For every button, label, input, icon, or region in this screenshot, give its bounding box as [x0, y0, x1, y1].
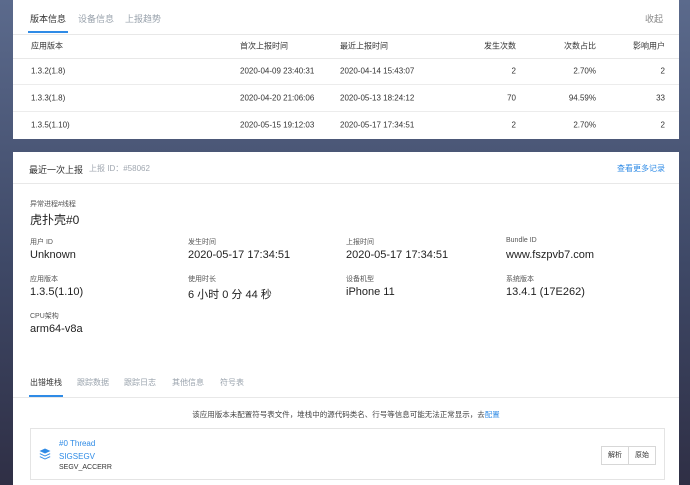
field-label: 用户 ID [30, 239, 53, 246]
tab-report-trend[interactable]: 上报趋势 [125, 12, 161, 25]
field-label: 上报时间 [346, 239, 374, 246]
field-value: 2020-05-17 17:34:51 [346, 249, 449, 261]
cell-app-version: 1.3.5(1.10) [31, 120, 70, 130]
field-value: 1.3.5(1.10) [30, 286, 84, 298]
tab-other-info[interactable]: 其他信息 [172, 377, 204, 388]
cell-ratio: 2.70% [573, 120, 596, 130]
cell-last-report: 2020-05-17 17:34:51 [340, 120, 415, 130]
latest-report-title: 最近一次上报 [29, 165, 84, 175]
layers-icon[interactable] [39, 448, 51, 460]
thread-signal[interactable]: SIGSEGV [59, 452, 95, 461]
exception-label: 异常进程#线程 [30, 201, 76, 208]
cell-first-report: 2020-04-20 21:06:06 [240, 93, 315, 103]
tab-trace-log[interactable]: 跟踪日志 [124, 377, 156, 388]
tab-device-info[interactable]: 设备信息 [78, 12, 114, 25]
thread-signal-code: SEGV_ACCERR [59, 464, 112, 471]
field-label: 应用版本 [30, 276, 58, 283]
cell-first-report: 2020-05-15 19:12:03 [240, 120, 315, 130]
tab-trace-data[interactable]: 跟踪数据 [77, 377, 109, 388]
table-header: 应用版本 首次上报时间 最近上报时间 发生次数 次数占比 影响用户 [13, 34, 679, 59]
parse-button[interactable]: 解析 [602, 447, 628, 464]
field-value: 13.4.1 (17E262) [506, 286, 585, 298]
field-label: 系统版本 [506, 276, 534, 283]
field-value: iPhone 11 [346, 286, 395, 298]
col-ratio[interactable]: 次数占比 [564, 41, 596, 52]
top-tab-bar: 版本信息 设备信息 上报趋势 收起 [13, 0, 679, 35]
cell-ratio: 2.70% [573, 66, 596, 76]
tab-symbol-table[interactable]: 符号表 [220, 377, 244, 388]
table-row: 1.3.3(1.8) 2020-04-20 21:06:06 2020-05-1… [13, 85, 679, 112]
tab-version-info[interactable]: 版本信息 [27, 12, 69, 33]
cell-app-version: 1.3.3(1.8) [31, 93, 66, 103]
table-row: 1.3.5(1.10) 2020-05-15 19:12:03 2020-05-… [13, 112, 679, 138]
field-value: Unknown [30, 249, 76, 261]
col-affected-users[interactable]: 影响用户 [633, 41, 665, 52]
cell-ratio: 94.59% [568, 93, 596, 103]
cell-affected-users: 2 [660, 66, 665, 76]
cell-first-report: 2020-04-09 23:40:31 [240, 66, 315, 76]
field-value: arm64-v8a [30, 323, 83, 335]
field-value: 6 小时 0 分 44 秒 [188, 289, 272, 301]
cell-last-report: 2020-05-13 18:24:12 [340, 93, 415, 103]
latest-report-card: 最近一次上报 上报 ID：#58062 查看更多记录 异常进程#线程 虎扑壳#0… [13, 152, 679, 485]
raw-button[interactable]: 原始 [628, 447, 655, 464]
col-count[interactable]: 发生次数 [484, 41, 516, 52]
table-row: 1.3.2(1.8) 2020-04-09 23:40:31 2020-04-1… [13, 58, 679, 85]
field-label: CPU架构 [30, 313, 59, 320]
field-label: 使用时长 [188, 276, 216, 283]
view-more-records-link[interactable]: 查看更多记录 [617, 163, 665, 174]
field-label: Bundle ID [506, 237, 537, 244]
cell-affected-users: 2 [660, 120, 665, 130]
col-first-report[interactable]: 首次上报时间 [240, 41, 288, 52]
latest-report-header: 最近一次上报 上报 ID：#58062 查看更多记录 [13, 152, 679, 184]
cell-last-report: 2020-04-14 15:43:07 [340, 66, 415, 76]
field-value: www.fszpvb7.com [506, 249, 595, 261]
col-last-report[interactable]: 最近上报时间 [340, 41, 388, 52]
cell-affected-users: 33 [656, 93, 665, 103]
thread-panel: #0 Thread SIGSEGV SEGV_ACCERR 解析 原始 [30, 428, 665, 480]
symbol-notice: 该应用版本未配置符号表文件，堆栈中的源代码类名、行号等信息可能无法正常显示，去配… [13, 409, 679, 420]
col-app-version[interactable]: 应用版本 [31, 41, 63, 52]
tab-error-stack[interactable]: 出错堆栈 [29, 377, 63, 397]
collapse-button[interactable]: 收起 [645, 12, 663, 25]
field-value: 2020-05-17 17:34:51 [188, 249, 291, 261]
cell-app-version: 1.3.2(1.8) [31, 66, 66, 76]
field-label: 发生时间 [188, 239, 216, 246]
symbol-notice-text: 该应用版本未配置符号表文件，堆栈中的源代码类名、行号等信息可能无法正常显示，去 [192, 410, 485, 419]
cell-count: 2 [511, 120, 516, 130]
cell-count: 70 [507, 93, 516, 103]
configure-link[interactable]: 配置 [485, 410, 500, 419]
cell-count: 2 [511, 66, 516, 76]
stack-view-toggle: 解析 原始 [601, 446, 656, 465]
version-info-card: 版本信息 设备信息 上报趋势 收起 应用版本 首次上报时间 最近上报时间 发生次… [13, 0, 679, 139]
report-id: 上报 ID：#58062 [89, 164, 150, 173]
field-label: 设备机型 [346, 276, 374, 283]
detail-tab-bar: 出错堆栈 跟踪数据 跟踪日志 其他信息 符号表 [13, 366, 679, 398]
thread-name[interactable]: #0 Thread [59, 439, 95, 448]
exception-value: 虎扑壳#0 [30, 213, 80, 227]
